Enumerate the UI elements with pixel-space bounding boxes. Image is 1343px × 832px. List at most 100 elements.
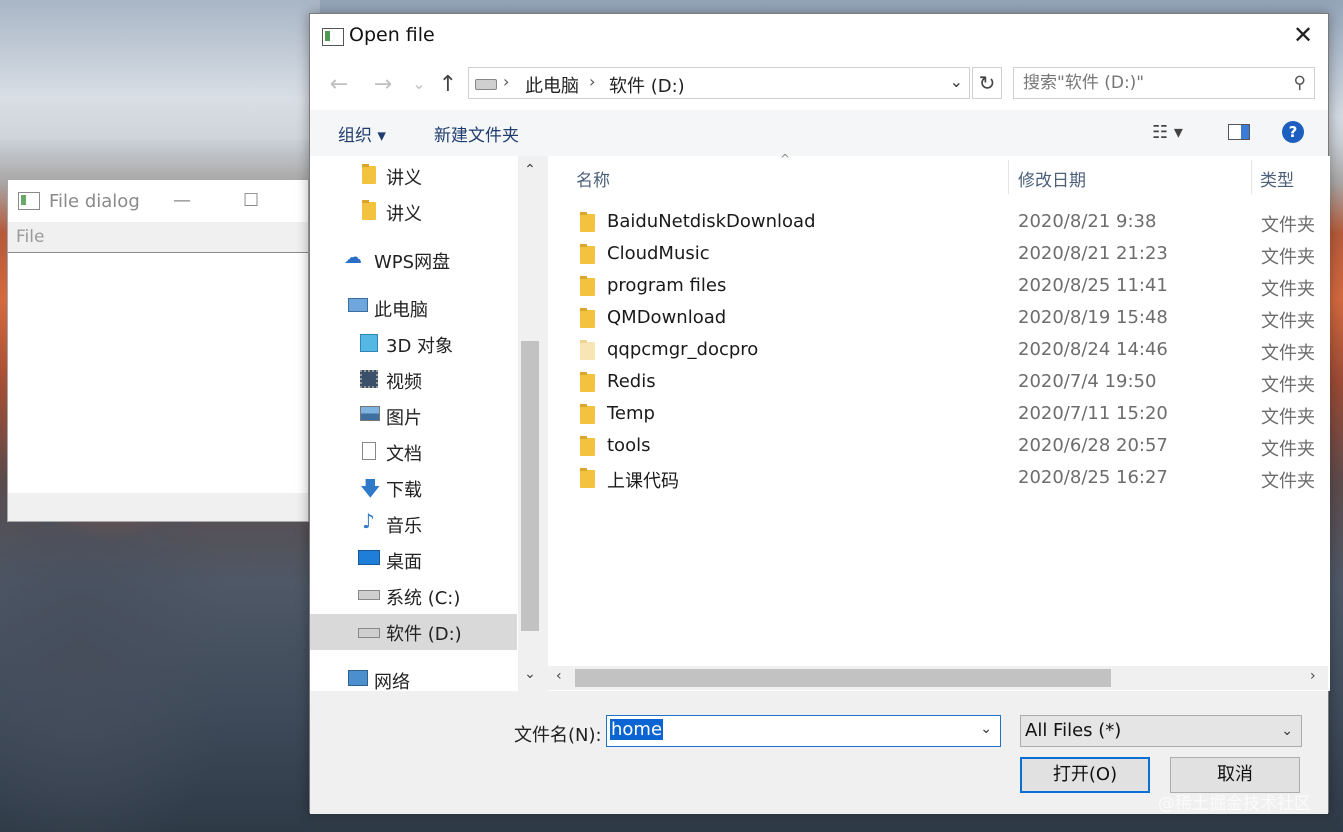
file-row[interactable]: qqpcmgr_docpro 2020/8/24 14:46 文件夹 <box>548 335 1330 367</box>
filename-value[interactable]: home <box>610 719 664 740</box>
sidebar-item-desktop[interactable]: 桌面 <box>310 542 517 578</box>
sidebar-item-this-pc[interactable]: 此电脑 <box>310 290 517 326</box>
sidebar-item-label: 系统 (C:) <box>386 588 461 609</box>
breadcrumb-drive-d[interactable]: 软件 (D:) <box>609 72 685 98</box>
sidebar-item-pictures[interactable]: 图片 <box>310 398 517 434</box>
pictures-icon <box>360 406 380 421</box>
file-row[interactable]: QMDownload 2020/8/19 15:48 文件夹 <box>548 303 1330 335</box>
open-file-dialog: Open file ✕ ← → ⌄ ↑ › 此电脑 › 软件 (D:) ⌄ ↻ … <box>309 13 1330 814</box>
sidebar-item-label: 图片 <box>386 408 422 429</box>
download-icon: 🡇 <box>360 476 381 500</box>
sidebar-item-wps-cloud[interactable]: ☁ WPS网盘 <box>310 242 517 278</box>
search-input[interactable]: 搜索"软件 (D:)" ⚲ <box>1013 67 1315 99</box>
open-button[interactable]: 打开(O) <box>1020 757 1150 793</box>
hscroll-thumb[interactable] <box>575 669 1111 687</box>
sidebar-item-software-d[interactable]: 软件 (D:) <box>310 614 517 650</box>
file-name: tools <box>607 435 651 456</box>
view-options-icon[interactable]: ☷ ▾ <box>1152 122 1183 143</box>
folder-icon <box>580 212 595 232</box>
column-header-name[interactable]: 名称 <box>548 156 1008 198</box>
file-name: 上课代码 <box>607 471 679 492</box>
column-header-date[interactable]: 修改日期 <box>1009 156 1250 198</box>
breadcrumb-this-pc[interactable]: 此电脑 <box>525 72 579 98</box>
file-date: 2020/6/28 20:57 <box>1018 435 1168 456</box>
sidebar-item-label: 下载 <box>386 480 422 501</box>
sidebar-scrollbar[interactable]: ⌃ ⌄ <box>518 156 542 691</box>
file-type-filter-select[interactable]: All Files (*) ⌄ <box>1020 715 1302 747</box>
file-row[interactable]: 上课代码 2020/8/25 16:27 文件夹 <box>548 463 1330 495</box>
address-dropdown-icon[interactable]: ⌄ <box>950 72 963 91</box>
close-button[interactable]: ✕ <box>1288 20 1318 50</box>
sidebar-item-videos[interactable]: 视频 <box>310 362 517 398</box>
file-type: 文件夹 <box>1261 343 1315 364</box>
file-row[interactable]: Temp 2020/7/11 15:20 文件夹 <box>548 399 1330 431</box>
file-name: program files <box>607 275 727 296</box>
scroll-left-icon[interactable]: ‹ <box>556 668 562 684</box>
folder-icon <box>580 244 595 264</box>
sidebar-item-system-c[interactable]: 系统 (C:) <box>310 578 517 614</box>
file-row[interactable]: CloudMusic 2020/8/21 21:23 文件夹 <box>548 239 1330 271</box>
help-icon[interactable]: ? <box>1282 121 1304 143</box>
file-type: 文件夹 <box>1261 215 1315 236</box>
sidebar-item-jiangyi-2[interactable]: 讲义 <box>310 194 517 230</box>
refresh-icon[interactable]: ↻ <box>972 67 1002 99</box>
column-header-type[interactable]: 类型 <box>1252 156 1330 198</box>
preview-pane-icon[interactable] <box>1228 124 1250 140</box>
sidebar-item-downloads[interactable]: 🡇 下载 <box>310 470 517 506</box>
sidebar-item-label: 软件 (D:) <box>386 624 462 645</box>
sidebar-item-documents[interactable]: 文档 <box>310 434 517 470</box>
sidebar-scroll-thumb[interactable] <box>521 341 539 631</box>
organize-button[interactable]: 组织 ▾ <box>338 121 386 146</box>
command-toolbar: 组织 ▾ 新建文件夹 ☷ ▾ <box>310 110 1328 156</box>
file-type: 文件夹 <box>1261 471 1315 492</box>
search-placeholder: 搜索"软件 (D:)" <box>1023 73 1145 93</box>
scroll-right-icon[interactable]: › <box>1310 668 1316 684</box>
file-name: Temp <box>607 403 655 424</box>
file-type: 文件夹 <box>1261 247 1315 268</box>
chevron-down-icon[interactable]: ⌄ <box>1281 716 1293 746</box>
file-dialog-app-window[interactable]: File dialog — ☐ File <box>7 179 309 522</box>
file-row[interactable]: program files 2020/8/25 11:41 文件夹 <box>548 271 1330 303</box>
folder-icon <box>580 372 595 392</box>
minimize-button[interactable]: — <box>173 190 191 211</box>
drive-icon <box>475 79 497 90</box>
back-arrow-icon[interactable]: ← <box>326 72 352 97</box>
cancel-button[interactable]: 取消 <box>1170 757 1300 793</box>
forward-arrow-icon[interactable]: → <box>370 72 396 97</box>
address-bar[interactable]: › 此电脑 › 软件 (D:) ⌄ <box>468 67 970 99</box>
up-arrow-icon[interactable]: ↑ <box>435 72 461 97</box>
maximize-button[interactable]: ☐ <box>243 190 259 211</box>
new-folder-button[interactable]: 新建文件夹 <box>434 121 519 146</box>
sidebar-item-label: 讲义 <box>386 204 422 225</box>
3d-objects-icon <box>360 334 378 352</box>
file-row[interactable]: tools 2020/6/28 20:57 文件夹 <box>548 431 1330 463</box>
folder-icon <box>362 200 376 220</box>
filename-history-chevron-icon[interactable]: ⌄ <box>980 721 992 737</box>
scroll-down-icon[interactable]: ⌄ <box>518 666 542 682</box>
search-icon[interactable]: ⚲ <box>1294 68 1306 98</box>
scroll-up-icon[interactable]: ⌃ <box>518 162 542 178</box>
recent-locations-chevron-icon[interactable]: ⌄ <box>406 74 432 93</box>
navigation-bar: ← → ⌄ ↑ › 此电脑 › 软件 (D:) ⌄ ↻ 搜索"软件 (D:)" … <box>310 58 1328 110</box>
sidebar-item-music[interactable]: ♪ 音乐 <box>310 506 517 542</box>
file-list-hscrollbar[interactable]: ‹ › <box>548 666 1328 690</box>
filename-input[interactable]: home ⌄ <box>606 715 1001 747</box>
menu-file[interactable]: File <box>16 227 44 247</box>
file-row[interactable]: BaiduNetdiskDownload 2020/8/21 9:38 文件夹 <box>548 207 1330 239</box>
dialog-titlebar[interactable]: Open file ✕ <box>310 14 1328 58</box>
breadcrumb-separator[interactable]: › <box>589 72 595 91</box>
drive-icon <box>358 628 380 638</box>
breadcrumb-separator[interactable]: › <box>503 72 509 91</box>
file-date: 2020/8/25 16:27 <box>1018 467 1168 488</box>
file-list: ^ 名称 修改日期 类型 BaiduNetdiskDownload 2020/8… <box>548 152 1330 691</box>
sidebar-item-3d-objects[interactable]: 3D 对象 <box>310 326 517 362</box>
app-titlebar[interactable]: File dialog <box>8 180 308 222</box>
file-name: CloudMusic <box>607 243 710 264</box>
sidebar-item-jiangyi-1[interactable]: 讲义 <box>310 158 517 194</box>
file-row[interactable]: Redis 2020/7/4 19:50 文件夹 <box>548 367 1330 399</box>
cloud-icon: ☁ <box>344 247 362 268</box>
sidebar-item-label: 视频 <box>386 372 422 393</box>
app-client-area <box>8 253 308 493</box>
dialog-title: Open file <box>349 24 435 46</box>
sidebar-item-label: 音乐 <box>386 516 422 537</box>
